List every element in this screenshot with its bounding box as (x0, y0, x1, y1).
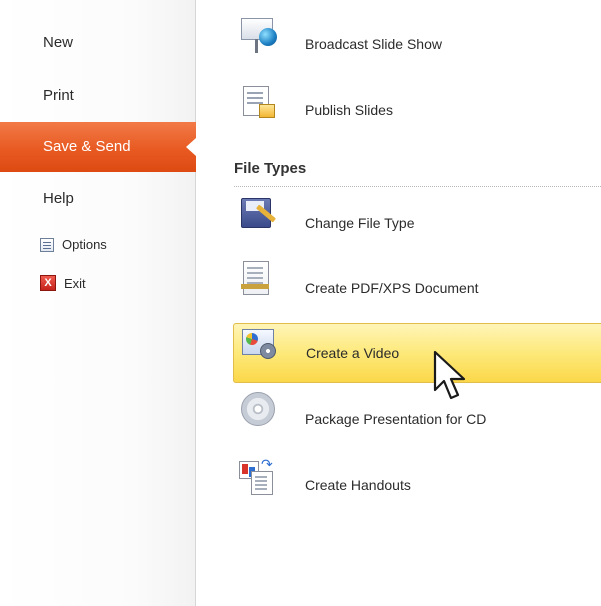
command-label: Change File Type (305, 215, 415, 231)
backstage-nav: New Print Save & Send Help Options X Exi… (0, 0, 196, 606)
exit-icon: X (40, 275, 56, 291)
change-file-type-icon (233, 193, 305, 253)
publish-slides-icon (233, 80, 305, 140)
command-label: Package Presentation for CD (305, 411, 487, 427)
nav-item-help[interactable]: Help (0, 189, 196, 209)
publish-slides-button[interactable]: Publish Slides (233, 80, 601, 140)
backstage-view: New Print Save & Send Help Options X Exi… (0, 0, 601, 606)
broadcast-slideshow-icon (233, 14, 305, 74)
nav-item-label: New (43, 34, 74, 51)
nav-item-new[interactable]: New (0, 33, 196, 53)
mouse-pointer-icon (433, 350, 466, 400)
nav-item-print[interactable]: Print (0, 86, 196, 106)
nav-item-save-send[interactable]: Save & Send (0, 122, 196, 172)
exit-label: Exit (64, 275, 86, 291)
cd-icon (233, 389, 305, 449)
command-label: Publish Slides (305, 102, 393, 118)
create-handouts-button[interactable]: ↷ Create Handouts (233, 455, 601, 515)
nav-item-label: Help (43, 190, 74, 207)
options-label: Options (62, 237, 107, 252)
package-for-cd-button[interactable]: Package Presentation for CD (233, 389, 601, 449)
change-file-type-button[interactable]: Change File Type (233, 193, 601, 253)
video-icon (234, 323, 306, 383)
create-video-button[interactable]: Create a Video (233, 323, 601, 383)
options-icon (40, 237, 54, 252)
file-types-heading: File Types (234, 160, 307, 177)
nav-item-exit[interactable]: X Exit (40, 275, 86, 291)
nav-item-label: Save & Send (43, 138, 131, 155)
command-label: Create Handouts (305, 477, 411, 493)
create-pdf-xps-button[interactable]: Create PDF/XPS Document (233, 258, 601, 318)
nav-item-options[interactable]: Options (40, 237, 107, 252)
section-divider (234, 186, 601, 187)
selection-notch (186, 138, 196, 156)
command-label: Broadcast Slide Show (305, 36, 442, 52)
save-send-panel: Broadcast Slide Show Publish Slides File… (196, 0, 601, 606)
handouts-icon: ↷ (233, 455, 305, 515)
pdf-document-icon (233, 258, 305, 318)
broadcast-slide-show-button[interactable]: Broadcast Slide Show (233, 14, 601, 74)
command-label: Create a Video (306, 345, 400, 361)
command-label: Create PDF/XPS Document (305, 280, 479, 296)
nav-item-label: Print (43, 87, 74, 104)
